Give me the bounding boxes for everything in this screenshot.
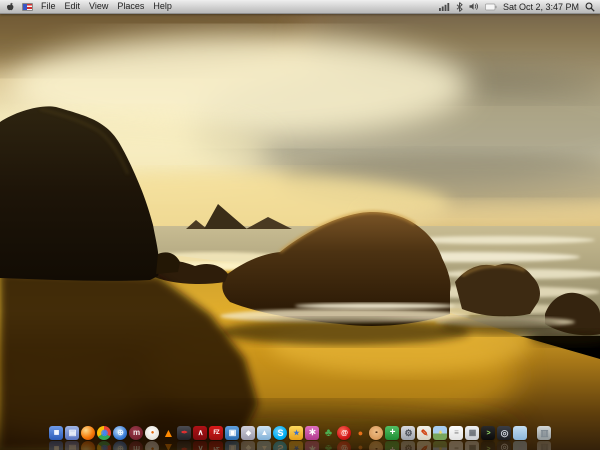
input-language-flag-icon[interactable]: [22, 2, 33, 11]
mplayer-icon-reflection: m: [129, 441, 143, 450]
text-editor-icon-reflection: ▤: [65, 441, 79, 450]
image-viewer-icon[interactable]: ▣: [225, 426, 239, 440]
notepad-icon-reflection: ▦: [465, 441, 479, 450]
orange-app-icon-reflection: ●: [357, 443, 363, 450]
notepad-icon[interactable]: ▦: [465, 426, 479, 440]
skype-icon-reflection: S: [273, 441, 287, 450]
dock: ▮▮ ▮▮ ▤ ▤ ◉ ◉ ⊕ ⊕ m m ● ● ▲ ▲ ✒ ✒ ∧ ∧ FZ FZ ▣ ▣ ◆ ◆ ▲ ▲ S S ★ ★ ∗ ∗ ♣ ♣ @ @…: [0, 426, 600, 450]
system-gears-icon[interactable]: ⚙: [401, 426, 415, 440]
music-app-icon[interactable]: ●: [145, 426, 159, 440]
mplayer-icon[interactable]: m: [129, 426, 143, 440]
menu-edit[interactable]: Edit: [64, 0, 82, 13]
document-icon-reflection: ≡: [449, 441, 463, 450]
spotlight-search-icon[interactable]: [585, 2, 595, 12]
sailing-app-icon[interactable]: ▲: [257, 426, 271, 440]
firefox-icon[interactable]: [81, 426, 95, 440]
camera-app-icon[interactable]: ◎: [497, 426, 511, 440]
web-globe-icon[interactable]: ⊕: [113, 426, 127, 440]
utility-icon-reflection: ◆: [241, 441, 255, 450]
desktop-wallpaper: [0, 14, 600, 450]
document-icon[interactable]: ≡: [449, 426, 463, 440]
media-swirl-icon-reflection: @: [337, 441, 351, 450]
photo-icon-reflection: ☀: [433, 441, 447, 450]
text-editor-icon[interactable]: ▤: [65, 426, 79, 440]
vlc-icon-reflection: ▲: [162, 441, 174, 450]
vlc-icon[interactable]: ▲: [161, 426, 175, 440]
graphics-flower-icon[interactable]: ∗: [305, 426, 319, 440]
design-pencils-icon[interactable]: ✎: [417, 426, 431, 440]
panda-icon[interactable]: ••: [369, 426, 383, 440]
web-globe-icon-reflection: ⊕: [113, 441, 127, 450]
adobe-reader-icon-reflection: ∧: [193, 441, 207, 450]
green-buddy-icon[interactable]: ♣: [321, 426, 335, 440]
music-app-icon-reflection: ●: [145, 441, 159, 450]
signal-strength-icon[interactable]: [438, 2, 450, 11]
green-tools-icon-reflection: +: [385, 441, 399, 450]
writer-quill-icon[interactable]: ✒: [177, 426, 191, 440]
menu-view[interactable]: View: [88, 0, 109, 13]
filezilla-icon-reflection: FZ: [209, 441, 223, 450]
terminal-icon[interactable]: >: [481, 426, 495, 440]
menu-file[interactable]: File: [40, 0, 57, 13]
battery-icon[interactable]: [485, 3, 497, 11]
system-gears-icon-reflection: ⚙: [401, 441, 415, 450]
media-swirl-icon[interactable]: @: [337, 426, 351, 440]
messenger-icon[interactable]: ★: [289, 426, 303, 440]
adobe-reader-icon[interactable]: ∧: [193, 426, 207, 440]
green-buddy-icon-reflection: ♣: [324, 442, 332, 450]
camera-app-icon-reflection: ◎: [497, 441, 511, 450]
panda-icon-reflection: ••: [369, 441, 383, 450]
chrome-icon[interactable]: ◉: [97, 426, 111, 440]
skype-icon[interactable]: S: [273, 426, 287, 440]
apple-menu-icon[interactable]: [5, 1, 15, 12]
menu-places[interactable]: Places: [116, 0, 145, 13]
volume-icon[interactable]: [469, 2, 479, 11]
sailing-app-icon-reflection: ▲: [257, 441, 271, 450]
filezilla-icon[interactable]: FZ: [209, 426, 223, 440]
menubar: File Edit View Places Help Sat Oct 2, 3:…: [0, 0, 600, 14]
design-pencils-icon-reflection: ✎: [417, 441, 431, 450]
photo-icon[interactable]: ☀: [433, 426, 447, 440]
orange-app-icon[interactable]: ●: [353, 426, 367, 440]
bluetooth-icon[interactable]: [456, 1, 463, 12]
chrome-icon-reflection: ◉: [97, 441, 111, 450]
trash-icon[interactable]: ▥: [537, 426, 551, 440]
menu-help[interactable]: Help: [152, 0, 173, 13]
desktop: File Edit View Places Help Sat Oct 2, 3:…: [0, 0, 600, 450]
folder-icon-reflection: [513, 441, 527, 450]
graphics-flower-icon-reflection: ∗: [305, 441, 319, 450]
image-viewer-icon-reflection: ▣: [225, 441, 239, 450]
firefox-icon-reflection: [81, 441, 95, 450]
file-manager-icon[interactable]: ▮▮: [49, 426, 63, 440]
messenger-icon-reflection: ★: [289, 441, 303, 450]
menubar-clock[interactable]: Sat Oct 2, 3:47 PM: [503, 2, 579, 12]
trash-icon-reflection: ▥: [537, 441, 551, 450]
green-tools-icon[interactable]: +: [385, 426, 399, 440]
file-manager-icon-reflection: ▮▮: [49, 441, 63, 450]
terminal-icon-reflection: >: [481, 441, 495, 450]
folder-icon[interactable]: [513, 426, 527, 440]
writer-quill-icon-reflection: ✒: [177, 441, 191, 450]
utility-icon[interactable]: ◆: [241, 426, 255, 440]
